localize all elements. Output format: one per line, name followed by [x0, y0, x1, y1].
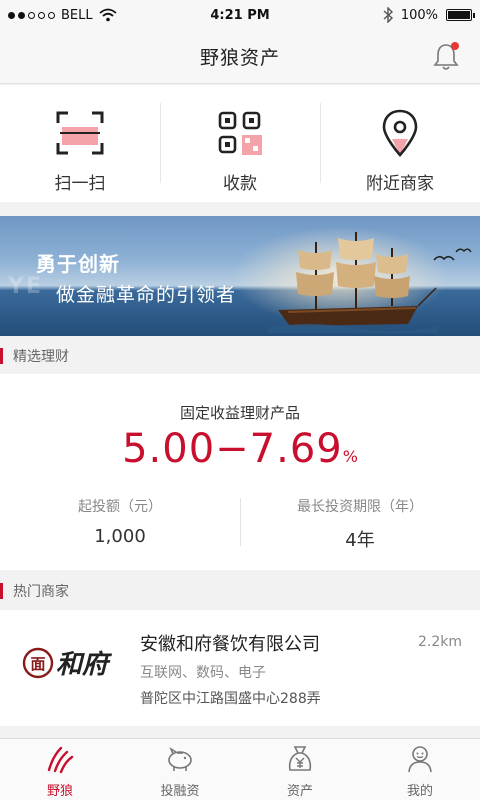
- featured-product-card[interactable]: 固定收益理财产品 5.00−7.69% 起投额（元） 1,000 最长投资期限（…: [0, 374, 480, 570]
- scan-button[interactable]: 扫一扫: [0, 85, 160, 202]
- merchant-list-item[interactable]: 面 和府 安徽和府餐饮有限公司 2.2km 互联网、数码、电子 普陀区中江路国盛…: [0, 610, 480, 726]
- svg-text:和府: 和府: [56, 650, 113, 680]
- carrier-name: BELL: [61, 7, 93, 23]
- merchant-name: 安徽和府餐饮有限公司: [140, 634, 320, 655]
- battery-level: [448, 11, 470, 19]
- max-term-value: 4年: [345, 530, 375, 551]
- merchant-tags: 互联网、数码、电子: [140, 665, 266, 681]
- receive-payment-label: 收款: [223, 174, 257, 194]
- qr-code-icon: [218, 111, 262, 155]
- tab-wolf-label: 野狼: [46, 784, 73, 799]
- user-icon: [408, 746, 432, 773]
- tab-assets[interactable]: 资产: [240, 739, 360, 800]
- banner-subtitle: 做金融革命的引领者: [56, 284, 237, 306]
- tab-bar: 野狼 投融资 资产 我的: [0, 738, 480, 800]
- product-rate: 5.00−7.69%: [0, 426, 480, 472]
- merchant-logo: 面 和府: [22, 647, 113, 680]
- promo-banner[interactable]: YE 勇于创新 做金融革命的引领者: [0, 216, 480, 336]
- carrier-signal: BELL: [8, 8, 117, 23]
- receive-payment-button[interactable]: 收款: [160, 85, 320, 202]
- money-bag-icon: [288, 746, 312, 771]
- merchants-section-header: 热门商家: [0, 573, 480, 609]
- piggy-bank-icon: [168, 747, 192, 771]
- tab-investment-label: 投融资: [160, 784, 200, 799]
- tab-profile[interactable]: 我的: [360, 739, 480, 800]
- signal-strength-icon: [8, 11, 55, 19]
- merchant-address: 普陀区中江路国盛中心288弄: [140, 691, 321, 707]
- page-title: 野狼资产: [199, 47, 280, 69]
- section-accent-bar: [0, 348, 3, 364]
- banner-watermark: YE: [8, 274, 43, 299]
- min-invest-stat: 起投额（元） 1,000: [0, 496, 240, 547]
- merchant-distance: 2.2km: [417, 634, 462, 650]
- notification-button[interactable]: [432, 42, 460, 72]
- location-pin-icon: [382, 109, 418, 157]
- battery-percent: 100%: [400, 7, 438, 23]
- min-invest-label: 起投额（元）: [78, 499, 162, 515]
- merchants-section-title: 热门商家: [13, 584, 69, 600]
- notification-badge: [451, 42, 459, 50]
- banner-title: 勇于创新: [36, 252, 120, 276]
- scan-icon: [56, 111, 104, 155]
- tab-investment[interactable]: 投融资: [120, 739, 240, 800]
- section-accent-bar: [0, 583, 3, 599]
- max-term-label: 最长投资期限（年）: [297, 499, 423, 515]
- sailing-ship-image: [268, 232, 438, 333]
- battery-icon: [446, 9, 475, 21]
- status-bar: BELL 4:21 PM 100%: [0, 0, 480, 30]
- quick-actions: 扫一扫 收款 附近商家: [0, 85, 480, 202]
- rate-unit: %: [342, 447, 358, 466]
- nav-bar: 野狼资产: [0, 30, 480, 84]
- bluetooth-icon: [383, 7, 393, 23]
- nearby-merchants-label: 附近商家: [366, 174, 434, 194]
- scan-label: 扫一扫: [54, 174, 106, 194]
- tab-assets-label: 资产: [286, 784, 313, 799]
- wifi-icon: [99, 8, 117, 22]
- status-right: 100%: [383, 7, 475, 23]
- svg-text:面: 面: [30, 655, 45, 673]
- max-term-stat: 最长投资期限（年） 4年: [240, 496, 480, 552]
- featured-section-header: 精选理财: [0, 338, 480, 374]
- product-name: 固定收益理财产品: [179, 404, 300, 422]
- wolf-claw-icon: [47, 746, 74, 774]
- tab-profile-label: 我的: [406, 784, 433, 799]
- nearby-merchants-button[interactable]: 附近商家: [320, 85, 480, 202]
- min-invest-value: 1,000: [94, 526, 146, 547]
- birds-image: [433, 248, 472, 261]
- rate-range: 5.00−7.69: [122, 426, 343, 472]
- tab-wolf[interactable]: 野狼: [0, 739, 120, 800]
- featured-section-title: 精选理财: [13, 349, 69, 365]
- app-screen: BELL 4:21 PM 100% 野狼资产 扫一扫 收款 附近商家 YE 勇于…: [0, 0, 480, 800]
